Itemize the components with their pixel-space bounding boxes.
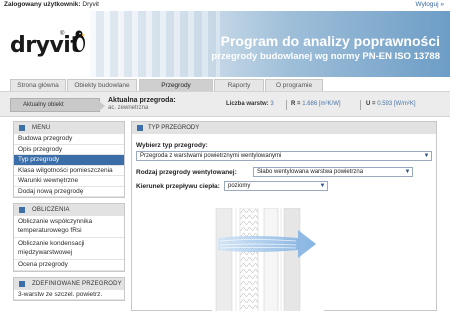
menu-panel-title: MENU xyxy=(32,125,51,131)
layers-count: Liczba warstw: 3 xyxy=(226,101,274,107)
panel-header: TYP PRZEGRODY xyxy=(132,122,436,134)
sidebar-item-partition-structure[interactable]: Budowa przegrody xyxy=(14,134,124,145)
arrow-right-icon xyxy=(99,101,105,111)
saved-partitions-panel: ZDEFINIOWANE PRZEGRODY 3-warstw ze szcze… xyxy=(13,276,125,301)
square-bullet-icon xyxy=(19,125,25,131)
u-label: U = xyxy=(366,101,376,107)
banner: Program do analizy poprawności przegrody… xyxy=(90,11,450,77)
sidebar-item-humidity-class[interactable]: Klasa wilgotności pomieszczenia xyxy=(14,165,124,176)
layers-value: 3 xyxy=(270,101,274,107)
tab-about[interactable]: O programie xyxy=(265,79,323,91)
banner-title: Program do analizy poprawności xyxy=(220,33,440,49)
partition-type-panel: TYP PRZEGRODY Wybierz typ przegrody: Prz… xyxy=(131,121,437,311)
tab-partitions[interactable]: Przegrody xyxy=(139,79,213,91)
ventilated-type-label: Rodzaj przegrody wentylowanej: xyxy=(136,169,237,176)
ventilated-type-select[interactable]: Słabo wentylowana warstwa powietrzna ▼ xyxy=(253,167,413,177)
divider xyxy=(286,100,287,110)
calculations-panel-header: OBLICZENIA xyxy=(14,204,124,216)
heat-flow-label: Kierunek przepływu ciepła: xyxy=(136,183,220,190)
logged-user-name: Dryvit xyxy=(82,1,99,8)
square-bullet-icon xyxy=(137,125,143,131)
banner-building-image xyxy=(90,11,220,77)
square-bullet-icon xyxy=(19,207,25,213)
sidebar-item-saved-partition[interactable]: 3-warstw ze szczel. powietrz. xyxy=(14,289,124,300)
logout-link[interactable]: Wyloguj » xyxy=(416,1,444,8)
partition-type-label: Wybierz typ przegrody: xyxy=(136,142,208,149)
partition-diagram xyxy=(212,208,324,311)
sidebar-item-temperature-factor[interactable]: Obliczanie współczynnika temperaturowego… xyxy=(14,216,124,238)
logo-registered-mark: ® xyxy=(60,31,65,37)
layers-label: Liczba warstw: xyxy=(226,101,269,107)
chevron-down-icon: ▼ xyxy=(404,169,411,175)
menu-panel-header: MENU xyxy=(14,122,124,134)
heat-flow-value: poziomy xyxy=(228,183,251,189)
current-partition-label: Aktualna przegroda: xyxy=(108,97,176,104)
partition-type-value: Przegroda z warstwami powietrznymi wenty… xyxy=(140,153,282,159)
tab-buildings[interactable]: Obiekty budowlane xyxy=(67,79,137,91)
u-number: 0.593 [W/m²K] xyxy=(377,101,416,107)
logo-text: dryvit xyxy=(10,33,81,58)
chevron-down-icon: ▼ xyxy=(423,153,430,159)
penguin-icon xyxy=(73,30,85,52)
chevron-down-icon: ▼ xyxy=(319,183,326,189)
logged-user-label: Zalogowany użytkownik: xyxy=(4,1,81,8)
divider xyxy=(360,100,361,110)
current-object-label: Aktualny obiekt xyxy=(23,102,64,108)
logo[interactable]: dryvit ® xyxy=(0,11,90,77)
tab-home[interactable]: Strona główna xyxy=(10,79,66,91)
tab-reports[interactable]: Raporty xyxy=(214,79,264,91)
current-object-button[interactable]: Aktualny obiekt xyxy=(10,98,105,112)
calculations-panel-title: OBLICZENIA xyxy=(32,207,70,213)
sidebar: MENU Budowa przegrody Opis przegrody Typ… xyxy=(13,121,125,306)
status-bar: Aktualny obiekt Aktualna przegroda: ac. … xyxy=(0,91,450,117)
saved-partitions-header: ZDEFINIOWANE PRZEGRODY xyxy=(14,277,124,290)
square-bullet-icon xyxy=(19,280,25,287)
sidebar-item-internal-conditions[interactable]: Warunki wewnętrzne xyxy=(14,176,124,187)
current-partition-value: ac. zewnetrzna xyxy=(108,105,149,111)
main-tabs: Strona główna Obiekty budowlane Przegrod… xyxy=(0,78,450,91)
menu-panel: MENU Budowa przegrody Opis przegrody Typ… xyxy=(13,121,125,198)
saved-partitions-title: ZDEFINIOWANE PRZEGRODY xyxy=(32,280,122,287)
current-partition: Aktualna przegroda: ac. zewnetrzna xyxy=(108,97,176,111)
sidebar-item-partition-type[interactable]: Typ przegrody xyxy=(14,155,124,166)
sidebar-item-partition-evaluation[interactable]: Ocena przegrody xyxy=(14,260,124,271)
sidebar-item-partition-description[interactable]: Opis przegrody xyxy=(14,144,124,155)
ventilated-type-value: Słabo wentylowana warstwa powietrzna xyxy=(257,169,364,175)
logged-user: Zalogowany użytkownik: Dryvit xyxy=(4,1,99,8)
r-value: R = 1.686 [m²K/W] xyxy=(291,101,341,107)
panel-title: TYP PRZEGRODY xyxy=(148,125,200,131)
heat-flow-select[interactable]: poziomy ▼ xyxy=(224,181,328,191)
header: dryvit ® Program do analizy poprawności … xyxy=(0,11,450,77)
r-label: R = xyxy=(291,101,301,107)
r-number: 1.686 [m²K/W] xyxy=(302,101,341,107)
banner-subtitle: przegrody budowlanej wg normy PN-EN ISO … xyxy=(211,51,440,62)
sidebar-item-interstitial-condensation[interactable]: Obliczanie kondensacji międzywarstwowej xyxy=(14,238,124,260)
partition-type-select[interactable]: Przegroda z warstwami powietrznymi wenty… xyxy=(136,151,432,161)
u-value: U = 0.593 [W/m²K] xyxy=(366,101,416,107)
calculations-panel: OBLICZENIA Obliczanie współczynnika temp… xyxy=(13,203,125,272)
sidebar-item-add-partition[interactable]: Dodaj nową przegrodę xyxy=(14,186,124,197)
top-bar: Zalogowany użytkownik: Dryvit Wyloguj » xyxy=(0,0,450,10)
